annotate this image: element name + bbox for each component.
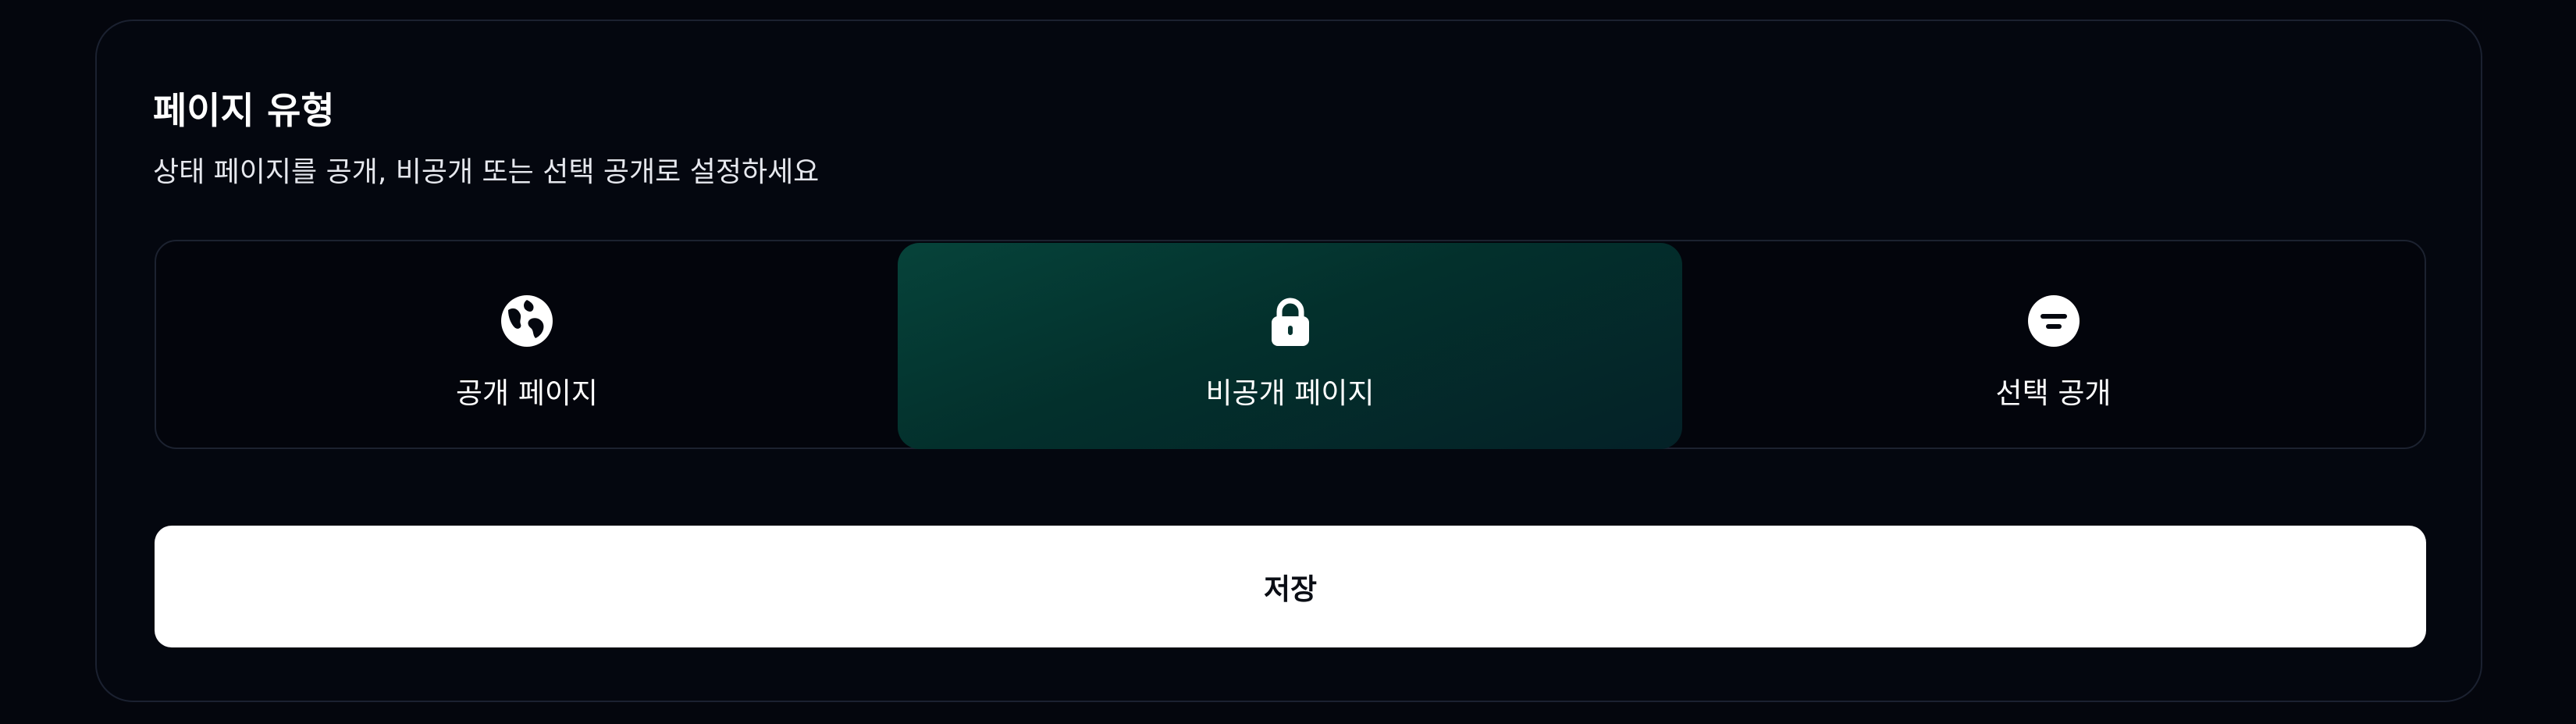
- section-description: 상태 페이지를 공개, 비공개 또는 선택 공개로 설정하세요: [153, 156, 820, 188]
- globe-icon: [501, 295, 553, 347]
- page-type-card: 페이지 유형 상태 페이지를 공개, 비공개 또는 선택 공개로 설정하세요 공…: [95, 20, 2482, 702]
- filter-icon: [2027, 295, 2080, 347]
- save-button[interactable]: 저장: [155, 526, 2426, 647]
- page-type-option-public[interactable]: 공개 페이지: [156, 241, 898, 448]
- option-label-selective: 선택 공개: [1995, 376, 2112, 410]
- option-label-private: 비공개 페이지: [1205, 376, 1375, 410]
- lock-icon: [1271, 298, 1309, 346]
- section-title: 페이지 유형: [153, 90, 335, 133]
- page-type-option-private[interactable]: 비공개 페이지: [898, 243, 1682, 449]
- option-label-public: 공개 페이지: [456, 376, 598, 410]
- page-type-option-selective[interactable]: 선택 공개: [1682, 241, 2425, 448]
- page-type-selector: 공개 페이지 비공개 페이지 선택 공개: [155, 240, 2426, 449]
